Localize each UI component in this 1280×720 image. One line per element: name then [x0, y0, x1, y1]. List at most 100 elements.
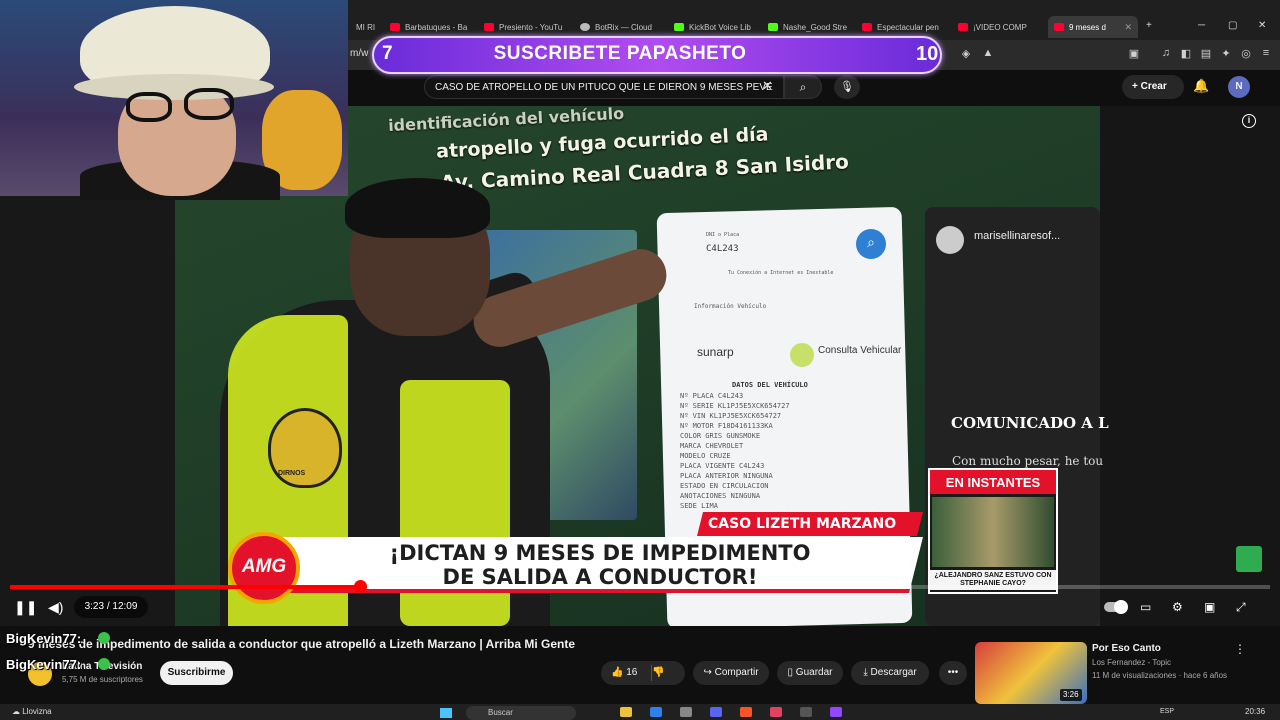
language-indicator[interactable]: ESP — [1160, 708, 1174, 715]
search-input[interactable]: CASO DE ATROPELLO DE UN PITUCO QUE LE DI… — [424, 75, 784, 99]
maximize-icon[interactable]: ▢ — [1228, 20, 1237, 31]
en-instantes-label: EN INSTANTES — [930, 470, 1056, 494]
like-icon[interactable]: 👍 — [611, 667, 623, 678]
tab-label: Presiento - YouTu — [499, 22, 563, 32]
pause-icon[interactable]: ❚❚ — [14, 599, 37, 616]
close-tab-icon[interactable]: ✕ — [1124, 22, 1132, 33]
like-count[interactable]: 16 — [626, 667, 637, 678]
channel-subscribers: 5,75 M de suscriptores — [62, 675, 143, 684]
comunicado-body: Con mucho pesar, he tou — [952, 454, 1104, 468]
progress-scrubber[interactable] — [354, 580, 367, 593]
vpn-icon[interactable]: ◎ — [1238, 47, 1254, 61]
share-icon: ↪ — [703, 667, 715, 678]
extension-overlay-icon[interactable] — [1236, 546, 1262, 572]
brave-rewards-icon[interactable]: ▲ — [980, 47, 996, 61]
file-explorer-icon[interactable] — [620, 707, 632, 717]
share-label: Compartir — [714, 667, 759, 678]
more-actions-button[interactable]: ••• — [939, 661, 967, 685]
search-button[interactable]: ⌕ — [784, 75, 822, 99]
tab-botrix[interactable]: BotRix — Cloud — [574, 16, 664, 38]
voice-search-button[interactable]: 🎙 — [834, 75, 860, 99]
tab-label: Espectacular pen — [877, 22, 939, 32]
instagram-avatar — [936, 226, 964, 254]
tab-espectacular[interactable]: Espectacular pen — [856, 16, 948, 38]
tab-presiento[interactable]: Presiento - YouTu — [478, 16, 570, 38]
edge-icon[interactable] — [650, 707, 662, 717]
close-window-icon[interactable]: ✕ — [1258, 20, 1266, 31]
sub-goal-current: 7 — [382, 43, 393, 64]
taskbar-search[interactable]: Buscar — [466, 706, 576, 720]
menu-icon[interactable]: ≡ — [1258, 47, 1274, 61]
kickbot-icon — [674, 23, 684, 31]
create-button[interactable]: + Crear — [1122, 75, 1184, 99]
screenshot-icon[interactable]: ▣ — [1126, 47, 1142, 61]
sunarp-logo: sunarp — [697, 345, 734, 359]
consulta-vehicular-logo: Consulta Vehicular — [818, 345, 902, 356]
headline-line1: ¡DICTAN 9 MESES DE IMPEDIMENTO — [389, 541, 811, 565]
brave-icon[interactable] — [740, 707, 752, 717]
windows-start-icon[interactable] — [440, 708, 452, 718]
tab-mi[interactable]: MI RI — [350, 16, 380, 38]
youtube-icon — [484, 23, 494, 31]
glasses-icon — [126, 92, 172, 122]
notifications-bell-icon[interactable]: 🔔 — [1193, 78, 1209, 94]
kick-icon — [768, 23, 778, 31]
app-icon[interactable] — [830, 707, 842, 717]
youtube-icon — [958, 23, 968, 31]
app-icon[interactable] — [770, 707, 782, 717]
datos-title: DATOS DEL VEHÍCULO — [732, 381, 808, 389]
tab-video-comp[interactable]: ¡VIDEO COMP — [952, 16, 1044, 38]
download-button[interactable]: ⤓ Descargar — [851, 661, 929, 685]
datos-row: ESTADO EN CIRCULACION — [680, 482, 769, 490]
obs-icon[interactable] — [800, 707, 812, 717]
minimize-icon[interactable]: ─ — [1198, 20, 1205, 31]
recommendation-title[interactable]: Por Eso Canto — [1092, 643, 1161, 654]
info-icon[interactable]: i — [1242, 114, 1256, 128]
miniplayer-icon[interactable]: ▣ — [1204, 600, 1215, 614]
settings-gear-icon[interactable]: ⚙ — [1172, 600, 1183, 614]
weather-widget[interactable]: ☁ Llovizna — [12, 707, 52, 716]
download-icon: ⤓ — [863, 667, 871, 678]
tab-nashe[interactable]: Nashe_Good Stre — [762, 16, 854, 38]
windows-taskbar — [0, 704, 1280, 720]
music-icon[interactable]: ♫ — [1158, 47, 1174, 61]
lookup-search-icon: ⌕ — [856, 229, 886, 259]
tab-label: BotRix — Cloud — [595, 22, 652, 32]
tab-kickbot[interactable]: KickBot Voice Lib — [668, 16, 758, 38]
wallet-icon[interactable]: ▤ — [1198, 47, 1214, 61]
save-label: Guardar — [795, 667, 833, 678]
placa-label: DNI o Placa — [706, 232, 740, 238]
volume-icon[interactable]: ◀) — [48, 599, 63, 616]
store-icon[interactable] — [680, 707, 692, 717]
save-button[interactable]: ▯ Guardar — [777, 661, 843, 685]
youtube-icon — [862, 23, 872, 31]
new-tab-button[interactable]: + — [1146, 20, 1152, 31]
address-bar[interactable]: m/w — [350, 48, 368, 59]
discord-icon[interactable] — [710, 707, 722, 717]
sub-goal-text: SUSCRIBETE PAPASHETO — [493, 43, 747, 64]
subtitles-icon[interactable]: ▭ — [1140, 600, 1151, 614]
account-avatar[interactable]: N — [1228, 76, 1250, 98]
autoplay-knob — [1114, 600, 1128, 614]
datos-row: MODELO CRUZE — [680, 452, 731, 460]
leo-icon[interactable]: ✦ — [1218, 47, 1234, 61]
datos-row: Nº MOTOR F18D4161133KA — [680, 422, 773, 430]
tab-active-video[interactable]: 9 meses d ✕ — [1048, 16, 1138, 38]
recommendation-artist[interactable]: Los Fernandez - Topic — [1092, 658, 1171, 667]
brave-shield-icon[interactable]: ◈ — [958, 47, 974, 61]
tab-label: Barbatuques - Ba — [405, 22, 468, 32]
sidebar-icon[interactable]: ◧ — [1178, 47, 1194, 61]
like-separator — [651, 665, 652, 681]
dislike-icon[interactable]: 👎 — [652, 667, 664, 678]
kebab-menu-icon[interactable]: ⋮ — [1234, 642, 1246, 656]
weather-label: Llovizna — [22, 707, 52, 716]
tab-label: MI RI — [356, 22, 376, 32]
video-title: 9 meses de impedimento de salida a condu… — [28, 637, 576, 651]
taskbar-clock[interactable]: 20:36 — [1245, 707, 1265, 716]
subscribe-button[interactable]: Suscribirme — [160, 661, 233, 685]
clear-search-icon[interactable]: ✕ — [762, 78, 773, 94]
fullscreen-icon[interactable]: ⤢ — [1236, 600, 1246, 615]
botrix-icon — [580, 23, 590, 31]
tab-barbatuques[interactable]: Barbatuques - Ba — [384, 16, 476, 38]
share-button[interactable]: ↪ Compartir — [693, 661, 769, 685]
